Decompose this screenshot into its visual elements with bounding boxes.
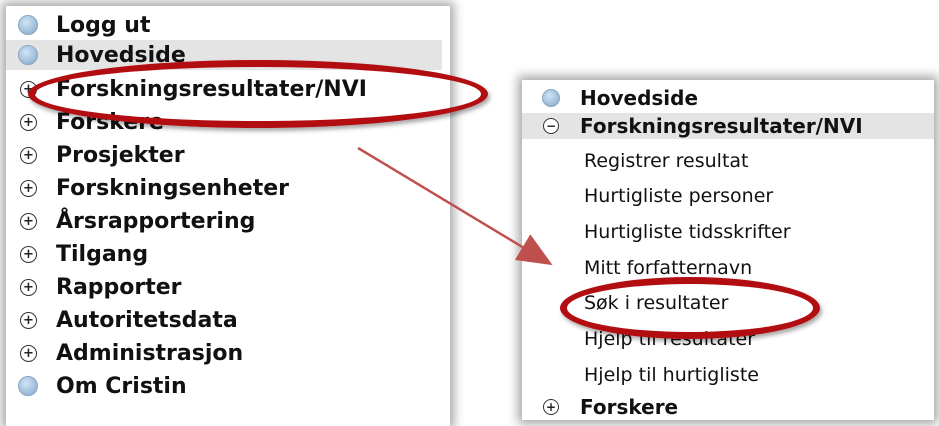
right-menu-panel: Hovedside − Forskningsresultater/NVI Reg…: [522, 80, 934, 420]
menu-item-forskningsenheter[interactable]: + Forskningsenheter: [6, 173, 442, 203]
menu-item-label: Forskningsresultater/NVI: [56, 76, 367, 102]
menu-item-label: Tilgang: [56, 241, 149, 267]
submenu-item-mitt-forfatternavn[interactable]: Mitt forfatternavn: [584, 255, 752, 281]
submenu-item-hjelp-til-hurtigliste[interactable]: Hjelp til hurtigliste: [584, 362, 759, 388]
menu-item-autoritetsdata[interactable]: + Autoritetsdata: [6, 305, 442, 335]
menu-item-hovedside[interactable]: Hovedside: [6, 40, 442, 70]
menu-item-prosjekter[interactable]: + Prosjekter: [6, 140, 442, 170]
menu-item-hovedside[interactable]: Hovedside: [522, 85, 934, 111]
left-menu-panel: Logg ut Hovedside + Forskningsresultater…: [6, 6, 450, 426]
expand-plus-icon[interactable]: +: [20, 80, 37, 98]
menu-item-label: Forskere: [580, 395, 679, 419]
expand-plus-icon[interactable]: +: [20, 245, 37, 263]
expand-plus-icon[interactable]: +: [20, 278, 37, 296]
menu-item-label: Forskningsenheter: [56, 175, 289, 201]
menu-item-arsrapportering[interactable]: + Årsrapportering: [6, 206, 442, 236]
circle-bullet-icon: [18, 376, 38, 396]
menu-item-label: Logg ut: [56, 12, 151, 38]
menu-item-forskningsresultater[interactable]: + Forskningsresultater/NVI: [6, 74, 442, 104]
menu-item-label: Rapporter: [56, 274, 182, 300]
submenu-item-hjelp-til-resultater[interactable]: Hjelp til resultater: [584, 326, 755, 352]
submenu-item-hurtigliste-tidsskrifter[interactable]: Hurtigliste tidsskrifter: [584, 219, 791, 245]
menu-item-tilgang[interactable]: + Tilgang: [6, 239, 442, 269]
menu-item-label: Administrasjon: [56, 340, 244, 366]
menu-item-forskere[interactable]: + Forskere: [6, 107, 442, 137]
expand-plus-icon[interactable]: +: [20, 113, 37, 131]
menu-item-label: Hovedside: [580, 86, 699, 110]
expand-plus-icon[interactable]: +: [20, 344, 37, 362]
menu-item-rapporter[interactable]: + Rapporter: [6, 272, 442, 302]
menu-item-forskningsresultater-expanded[interactable]: − Forskningsresultater/NVI: [522, 113, 934, 139]
submenu-item-sok-i-resultater[interactable]: Søk i resultater: [584, 290, 728, 316]
submenu-item-hurtigliste-personer[interactable]: Hurtigliste personer: [584, 183, 773, 209]
expand-plus-icon[interactable]: +: [20, 212, 37, 230]
expand-plus-icon[interactable]: +: [20, 146, 37, 164]
circle-bullet-icon: [18, 15, 38, 35]
expand-plus-icon[interactable]: +: [543, 399, 559, 415]
circle-bullet-icon: [18, 45, 38, 65]
menu-item-label: Forskere: [56, 109, 164, 135]
menu-item-label: Årsrapportering: [56, 208, 256, 234]
menu-item-logg-ut[interactable]: Logg ut: [6, 10, 442, 40]
menu-item-label: Prosjekter: [56, 142, 185, 168]
submenu-item-registrer-resultat[interactable]: Registrer resultat: [584, 148, 749, 174]
menu-item-label: Autoritetsdata: [56, 307, 238, 333]
menu-item-label: Hovedside: [56, 42, 186, 68]
expand-plus-icon[interactable]: +: [20, 311, 37, 329]
menu-item-om-cristin[interactable]: Om Cristin: [6, 371, 442, 401]
collapse-minus-icon[interactable]: −: [543, 118, 559, 134]
menu-item-label: Om Cristin: [56, 373, 187, 399]
menu-item-administrasjon[interactable]: + Administrasjon: [6, 338, 442, 368]
menu-item-forskere[interactable]: + Forskere: [522, 394, 934, 420]
circle-bullet-icon: [542, 89, 560, 107]
menu-item-label: Forskningsresultater/NVI: [580, 114, 863, 138]
expand-plus-icon[interactable]: +: [20, 179, 37, 197]
